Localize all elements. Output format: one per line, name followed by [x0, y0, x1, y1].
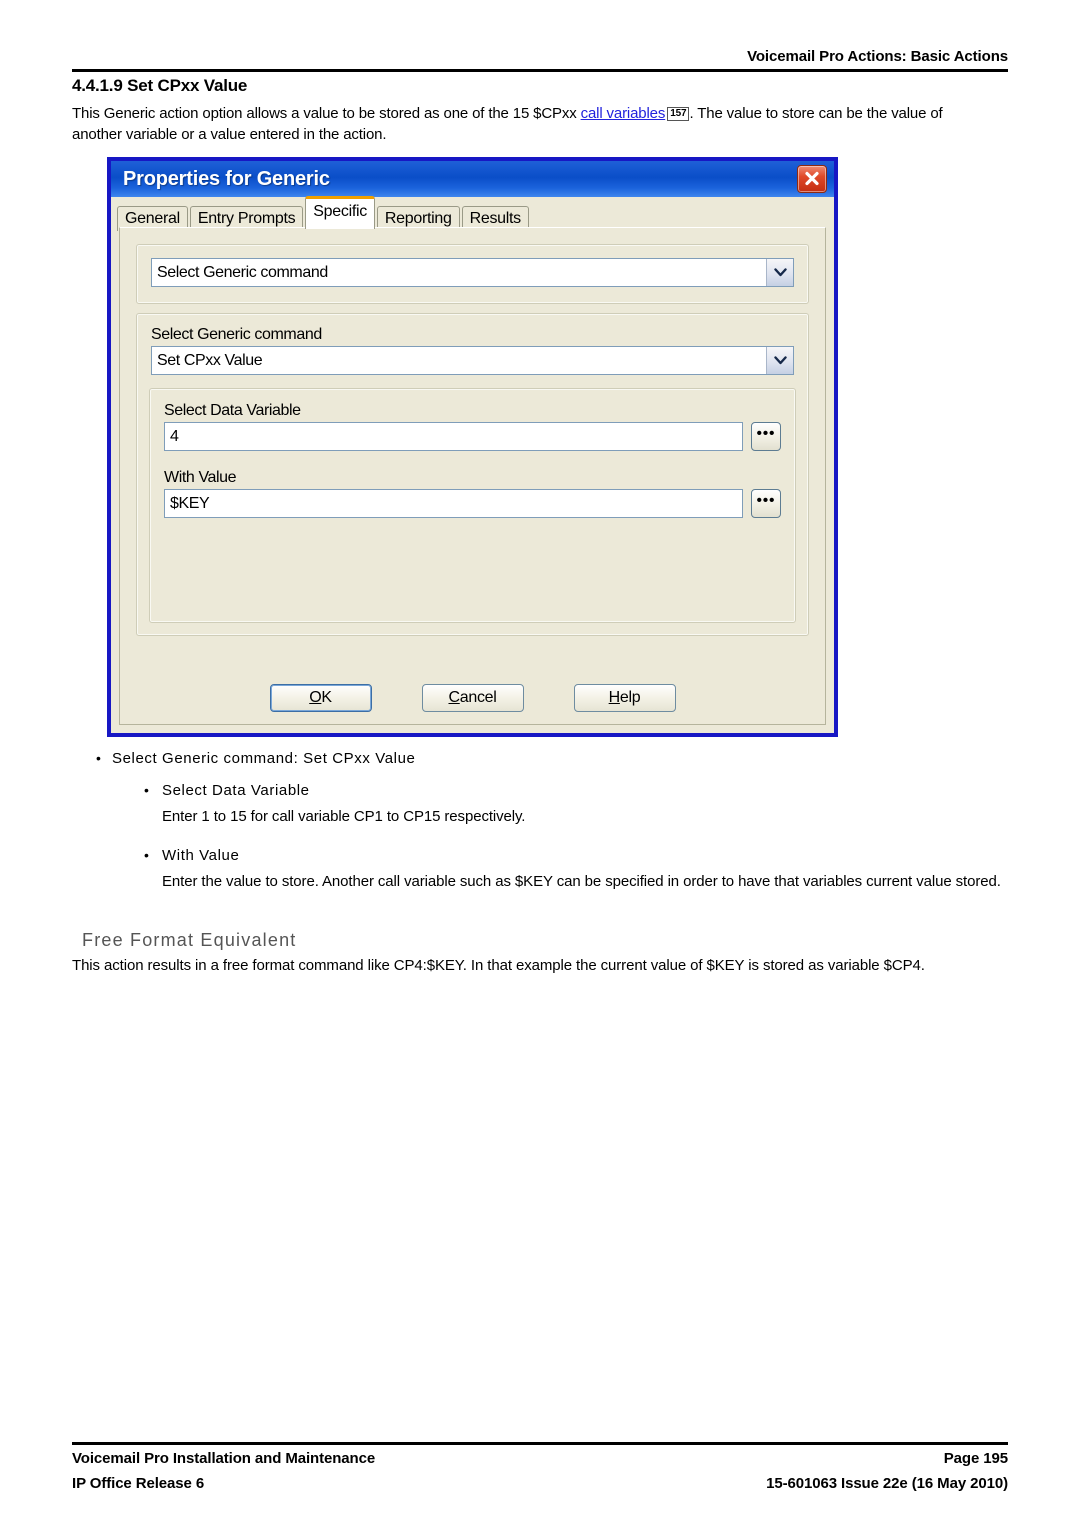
chevron-down-icon[interactable] — [766, 259, 793, 286]
command-parameters-group: Select Data Variable 4 ••• With Value $K… — [149, 388, 796, 623]
free-format-body: This action results in a free format com… — [72, 957, 925, 974]
select-data-variable-row: 4 ••• — [164, 422, 781, 451]
generic-command-settings-group: Select Generic command Set CPxx Value Se… — [136, 313, 809, 636]
with-value-row: $KEY ••• — [164, 489, 781, 518]
select-generic-command-value: Set CPxx Value — [157, 352, 263, 369]
footer-left-line1: Voicemail Pro Installation and Maintenan… — [72, 1450, 376, 1467]
free-format-heading: Free Format Equivalent — [82, 930, 297, 950]
tab-panel-specific: Select Generic command Select Generic co… — [119, 227, 826, 725]
intro-paragraph: This Generic action option allows a valu… — [72, 103, 992, 145]
with-value-browse-button[interactable]: ••• — [751, 489, 781, 518]
select-generic-command-combo[interactable]: Set CPxx Value — [151, 346, 794, 375]
select-generic-command-label: Select Generic command — [151, 326, 322, 343]
tab-specific[interactable]: Specific — [305, 196, 375, 229]
dialog-button-bar: OK Cancel Help — [120, 684, 825, 712]
options-bullet-list: Select Generic command: Set CPxx Value S… — [90, 747, 1001, 910]
ok-accel: O — [309, 689, 322, 706]
ellipsis-icon: ••• — [756, 424, 776, 442]
ok-button[interactable]: OK — [269, 684, 372, 712]
select-data-variable-label: Select Data Variable — [164, 402, 301, 419]
help-rest: elp — [619, 689, 641, 706]
with-value-input[interactable]: $KEY — [164, 489, 743, 518]
running-head: Voicemail Pro Actions: Basic Actions — [747, 48, 1008, 65]
header-divider — [72, 69, 1008, 72]
select-generic-command-combo-top-value: Select Generic command — [157, 264, 328, 281]
page-reference-badge[interactable]: 157 — [667, 107, 690, 121]
footer-right-line1: Page 195 — [943, 1450, 1008, 1467]
chevron-down-icon[interactable] — [766, 347, 793, 374]
cancel-accel: C — [448, 689, 460, 706]
select-generic-command-combo-top[interactable]: Select Generic command — [151, 258, 794, 287]
list-item: Select Data Variable — [136, 779, 990, 802]
select-data-variable-browse-button[interactable]: ••• — [751, 422, 781, 451]
cancel-button[interactable]: Cancel — [421, 684, 524, 712]
properties-for-generic-dialog: Properties for Generic General Entry Pro… — [107, 157, 838, 737]
list-item: With Value — [136, 844, 990, 867]
with-value-label: With Value — [164, 469, 237, 486]
dialog-title: Properties for Generic — [123, 167, 330, 190]
footer-right-line2: 15-601063 Issue 22e (16 May 2010) — [766, 1475, 1008, 1492]
ellipsis-icon: ••• — [756, 491, 776, 509]
footer-left-line2: IP Office Release 6 — [72, 1475, 205, 1492]
close-icon[interactable] — [797, 165, 827, 193]
page-header: Voicemail Pro Actions: Basic Actions — [72, 48, 1008, 72]
dialog-titlebar: Properties for Generic — [111, 161, 834, 197]
footer-row-2: IP Office Release 6 15-601063 Issue 22e … — [72, 1473, 1008, 1495]
ok-rest: K — [321, 689, 332, 706]
list-item-description: Enter the value to store. Another call v… — [162, 873, 1001, 890]
generic-command-selector-group: Select Generic command — [136, 244, 809, 304]
intro-text-part1: This Generic action option allows a valu… — [72, 105, 581, 122]
page-title: 4.4.1.9 Set CPxx Value — [72, 76, 248, 95]
list-item-description: Enter 1 to 15 for call variable CP1 to C… — [162, 808, 526, 825]
select-data-variable-input[interactable]: 4 — [164, 422, 743, 451]
help-accel: H — [608, 689, 621, 706]
dialog-tabstrip: General Entry Prompts Specific Reporting… — [117, 196, 834, 231]
page-footer: Voicemail Pro Installation and Maintenan… — [72, 1442, 1008, 1495]
footer-row-1: Voicemail Pro Installation and Maintenan… — [72, 1448, 1008, 1470]
call-variables-link[interactable]: call variables — [581, 105, 666, 122]
help-button[interactable]: Help — [573, 684, 676, 712]
cancel-rest: ancel — [459, 689, 497, 706]
footer-divider — [72, 1442, 1008, 1445]
list-item: Select Generic command: Set CPxx Value — [90, 747, 990, 770]
